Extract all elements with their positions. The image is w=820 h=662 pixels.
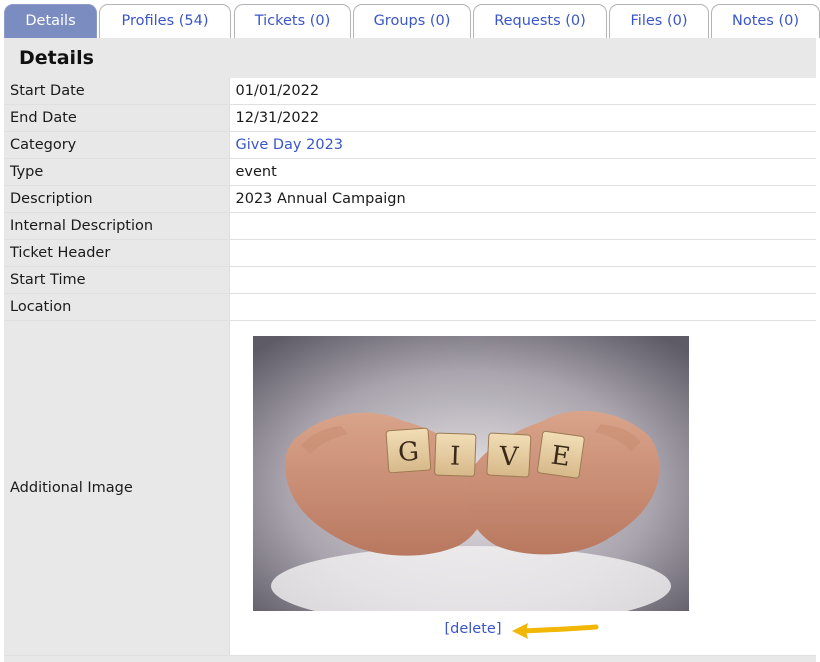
details-panel: Details Start Date 01/01/2022 End Date 1…: [4, 38, 816, 662]
row-value: G I V E [delete]: [228, 320, 817, 656]
tab-requests[interactable]: Requests (0): [473, 4, 607, 38]
category-link[interactable]: Give Day 2023: [236, 137, 344, 153]
table-row: Location: [4, 293, 816, 321]
row-value: [228, 293, 816, 321]
row-label: Start Time: [4, 266, 229, 294]
delete-image-link[interactable]: [delete]: [445, 621, 502, 637]
tab-files[interactable]: Files (0): [609, 4, 709, 38]
row-label: Internal Description: [4, 212, 229, 240]
tab-bar: Details Profiles (54) Tickets (0) Groups…: [0, 0, 820, 39]
row-label: Type: [4, 158, 229, 186]
tab-details[interactable]: Details: [4, 4, 97, 38]
row-label: Category: [4, 131, 229, 159]
tab-groups[interactable]: Groups (0): [353, 4, 471, 38]
image-cell: G I V E [delete]: [230, 321, 817, 655]
give-image: G I V E: [252, 336, 689, 611]
row-label: Start Date: [4, 78, 229, 105]
row-value: [228, 239, 816, 267]
tab-notes[interactable]: Notes (0): [711, 4, 820, 38]
svg-text:I: I: [449, 442, 460, 472]
tab-profiles[interactable]: Profiles (54): [99, 4, 231, 38]
row-value: event: [228, 158, 816, 186]
row-label: Location: [4, 293, 229, 321]
row-value: 12/31/2022: [228, 104, 816, 132]
table-row: Ticket Header: [4, 239, 816, 267]
svg-text:V: V: [497, 442, 520, 473]
tab-tickets[interactable]: Tickets (0): [234, 4, 351, 38]
table-row: Internal Description: [4, 212, 816, 240]
table-row: Additional Image G I V E [delete]: [4, 320, 817, 656]
table-row: Description 2023 Annual Campaign: [4, 185, 816, 213]
table-row: Category Give Day 2023: [4, 131, 816, 159]
table-row: End Date 12/31/2022: [4, 104, 816, 132]
arrow-left-icon: [511, 623, 598, 639]
svg-text:G: G: [397, 437, 420, 468]
table-row: Type event: [4, 158, 816, 186]
details-table: Start Date 01/01/2022 End Date 12/31/202…: [4, 78, 816, 656]
row-value: 01/01/2022: [228, 78, 816, 105]
row-label: End Date: [4, 104, 229, 132]
row-value: Give Day 2023: [228, 131, 816, 159]
row-value: [228, 266, 816, 294]
row-label: Ticket Header: [4, 239, 229, 267]
panel-title: Details: [19, 47, 94, 69]
table-row: Start Date 01/01/2022: [4, 78, 816, 105]
row-label: Description: [4, 185, 229, 213]
row-label: Additional Image: [4, 320, 229, 656]
table-row: Start Time: [4, 266, 816, 294]
row-value: [228, 212, 816, 240]
next-row-partial: [4, 654, 816, 662]
row-value: 2023 Annual Campaign: [228, 185, 816, 213]
